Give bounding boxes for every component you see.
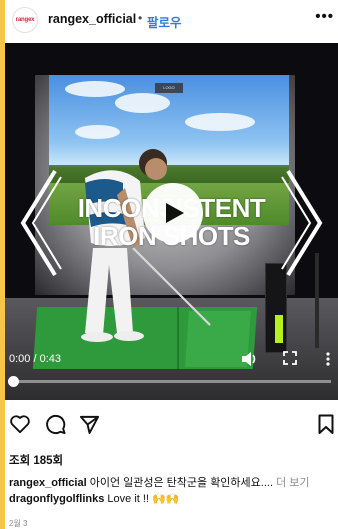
golfer-shoe [81,332,113,342]
golfer-shoe [114,331,144,341]
fullscreen-icon[interactable] [283,351,297,365]
separator-dot: • [138,11,143,25]
avatar[interactable]: rangex [12,7,38,33]
progress-track[interactable] [13,380,331,383]
caption-username[interactable]: rangex_official [9,477,87,489]
comment-username[interactable]: dragonflygolflinks [9,493,104,505]
golfer-face [145,158,167,180]
username-link[interactable]: rangex_official [48,12,136,26]
caption-more-link[interactable]: 더 보기 [276,477,309,489]
play-button[interactable] [143,183,203,243]
follow-button[interactable]: 팔로우 [147,12,182,31]
comment-icon[interactable] [45,414,66,435]
avatar-text: rangex [15,17,35,23]
comment-row: dragonflygolflinks Love it !! 🙌🙌 [9,492,179,505]
view-count[interactable]: 조회 185회 [9,452,63,468]
post-caption: rangex_official 아이언 일관성은 탄착군을 확인하세요.... … [9,474,310,490]
bookmark-icon[interactable] [318,414,334,435]
golfer-pants [85,248,133,335]
more-options-icon[interactable]: ••• [315,8,334,25]
progress-scrubber[interactable] [8,376,19,387]
heart-icon[interactable] [9,414,31,434]
comment-text: Love it !! 🙌🙌 [107,493,180,505]
video-player[interactable]: LOGO IRON SHOTS 0:00 / 0:43 [5,43,338,400]
video-time: 0:00 / 0:43 [9,353,61,365]
action-bar [5,414,338,442]
video-more-icon[interactable] [325,351,331,367]
volume-icon[interactable] [241,351,257,367]
post-card: rangex rangex_official • 팔로우 ••• LOGO IR… [5,0,338,529]
golf-club [132,247,211,326]
send-icon[interactable] [79,414,100,435]
play-icon [165,203,184,223]
post-header: rangex rangex_official • 팔로우 ••• [5,0,338,42]
caption-text: 아이언 일관성은 탄착군을 확인하세요.... [89,477,274,489]
post-date[interactable]: 2월 3 [9,518,27,529]
